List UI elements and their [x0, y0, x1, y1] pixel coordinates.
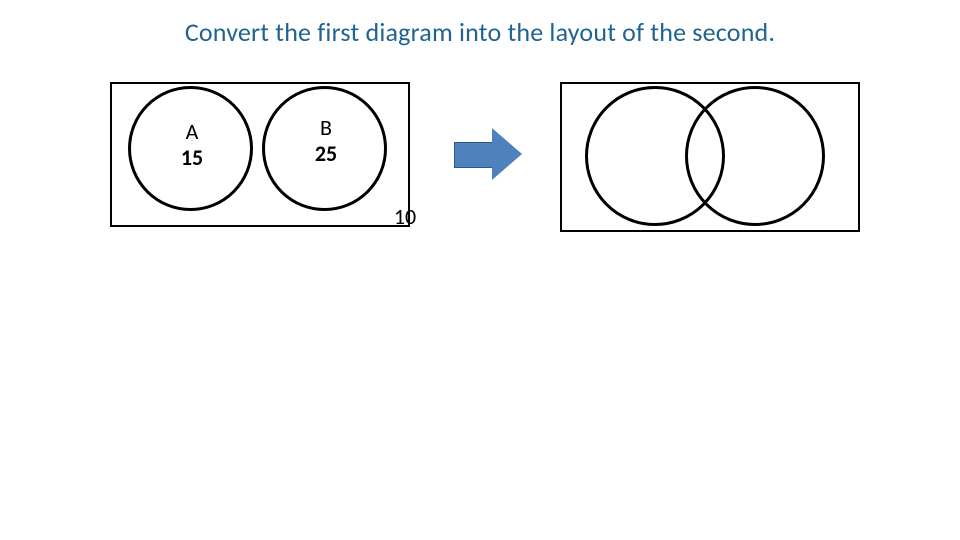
slide: Convert the first diagram into the layou…	[0, 0, 960, 540]
venn-outside-value: 10	[388, 205, 422, 229]
venn-a-name: A	[180, 120, 204, 144]
venn-b-name: B	[314, 116, 338, 140]
venn-overlap-circle-right	[685, 86, 825, 226]
page-title: Convert the first diagram into the layou…	[0, 16, 960, 48]
venn-a-value: 15	[172, 146, 212, 170]
arrow-icon	[454, 126, 526, 182]
venn-b-value: 25	[306, 142, 346, 166]
